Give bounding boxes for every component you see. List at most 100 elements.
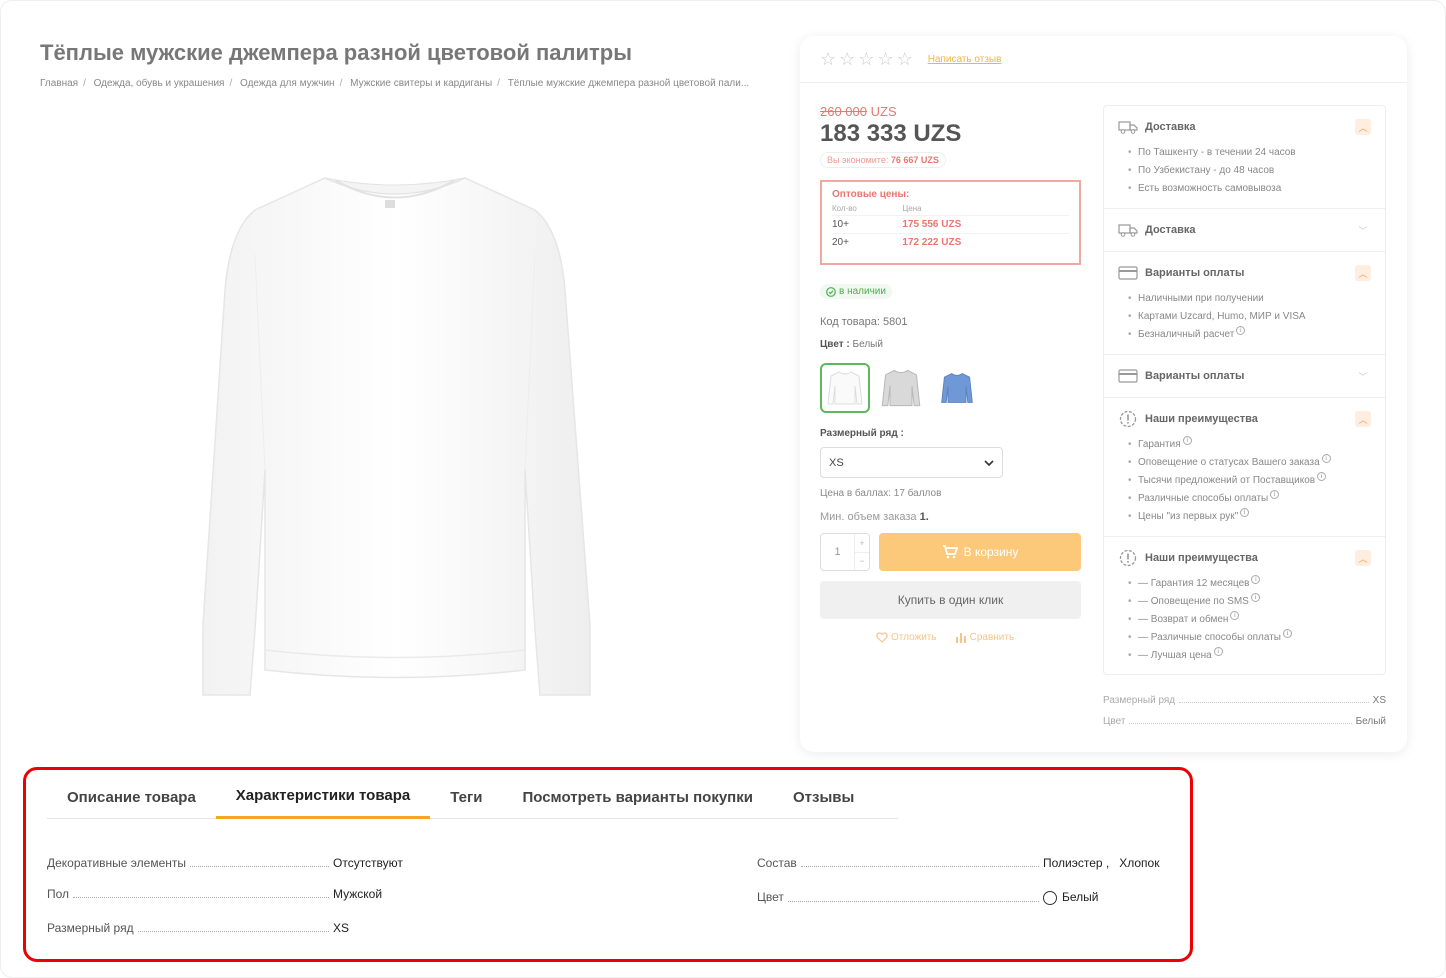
check-circle-icon bbox=[826, 286, 836, 297]
tab-reviews[interactable]: Отзывы bbox=[773, 775, 874, 819]
chevron-up-icon[interactable]: ︿ bbox=[1355, 119, 1371, 135]
breadcrumb-sweaters[interactable]: Мужские свитеры и кардиганы bbox=[350, 78, 492, 89]
breadcrumb: Главная / Одежда, обувь и украшения / Одеж… bbox=[40, 78, 749, 89]
accordion-header[interactable]: Наши преимущества ︿ bbox=[1118, 547, 1371, 569]
breadcrumb-men[interactable]: Одежда для мужчин bbox=[240, 78, 335, 89]
accordion-title: Варианты оплаты bbox=[1145, 370, 1245, 382]
info-icon[interactable]: i bbox=[1213, 647, 1223, 656]
char-value-color: Белый bbox=[1043, 890, 1169, 905]
product-image[interactable] bbox=[195, 170, 595, 700]
min-order-label: Мин. объем заказа bbox=[820, 511, 917, 523]
spec-key: Размерный ряд bbox=[1103, 695, 1176, 706]
accordion-header[interactable]: Наши преимущества ︿ bbox=[1118, 408, 1371, 430]
chevron-down-icon[interactable]: ﹀ bbox=[1355, 222, 1371, 238]
char-value: Мужской bbox=[333, 887, 383, 901]
list-item-text: Цены "из первых рук" bbox=[1138, 511, 1239, 522]
chevron-up-icon[interactable]: ︿ bbox=[1355, 411, 1371, 427]
badge-icon bbox=[1119, 410, 1137, 428]
char-row-decor: Декоративные элементы Отсутствуют bbox=[47, 856, 417, 870]
tab-characteristics[interactable]: Характеристики товара bbox=[215, 775, 431, 819]
info-icon[interactable]: i bbox=[1321, 454, 1331, 463]
accordion-header[interactable]: Доставка ﹀ bbox=[1118, 219, 1371, 241]
info-icon[interactable]: i bbox=[1282, 629, 1292, 638]
char-row-color: Цвет Белый bbox=[757, 890, 1169, 905]
list-item: — Возврат и обменi bbox=[1128, 611, 1371, 629]
list-item-text: — Возврат и обмен bbox=[1138, 614, 1229, 625]
compare-icon bbox=[955, 633, 966, 643]
list-item: Безналичный расчетi bbox=[1128, 326, 1371, 344]
accordion-title: Наши преимущества bbox=[1145, 413, 1258, 425]
char-value: Отсутствуют bbox=[333, 856, 403, 870]
write-review-link[interactable]: Написать отзыв bbox=[928, 54, 1002, 65]
truck-icon bbox=[1118, 121, 1138, 134]
swatch-blue[interactable] bbox=[932, 363, 982, 413]
old-price-currency: UZS bbox=[870, 104, 897, 119]
star-icon[interactable]: ☆ bbox=[858, 50, 874, 68]
heart-icon bbox=[876, 632, 888, 643]
breadcrumb-clothing[interactable]: Одежда, обувь и украшения bbox=[94, 78, 225, 89]
list-item-text: — Оповещение по SMS bbox=[1138, 596, 1249, 607]
accordion-title: Варианты оплаты bbox=[1145, 267, 1245, 279]
info-icon[interactable]: i bbox=[1182, 436, 1192, 445]
table-row: 10+ 175 556 UZS bbox=[832, 215, 1069, 234]
quantity-stepper: 1 + − bbox=[820, 533, 870, 571]
swatch-grey[interactable] bbox=[876, 363, 926, 413]
compare-link[interactable]: Сравнить bbox=[955, 632, 1014, 643]
product-actions: Отложить Сравнить bbox=[876, 632, 1014, 643]
char-value: Белый bbox=[1062, 890, 1099, 904]
star-icon[interactable]: ☆ bbox=[820, 50, 836, 68]
chevron-up-icon[interactable]: ︿ bbox=[1355, 265, 1371, 281]
info-icon[interactable]: i bbox=[1251, 575, 1261, 584]
col-qty: Кол-во bbox=[832, 204, 857, 213]
truck-icon bbox=[1118, 224, 1138, 237]
accordion-delivery-2: Доставка ﹀ bbox=[1104, 209, 1385, 252]
size-select-value: XS bbox=[829, 456, 844, 469]
tab-description[interactable]: Описание товара bbox=[47, 775, 216, 819]
product-tabs: Описание товара Характеристики товара Те… bbox=[47, 775, 898, 819]
qty-minus-button[interactable]: − bbox=[855, 551, 869, 571]
tab-purchase-options[interactable]: Посмотреть варианты покупки bbox=[502, 775, 773, 819]
info-icon[interactable]: i bbox=[1236, 326, 1246, 335]
list-item: Есть возможность самовывоза bbox=[1128, 180, 1371, 198]
old-price: 260 000 UZS bbox=[820, 104, 897, 119]
accordion-header[interactable]: Варианты оплаты ︿ bbox=[1118, 262, 1371, 284]
accordion-header[interactable]: Доставка ︿ bbox=[1118, 116, 1371, 138]
buy-panel: ☆ ☆ ☆ ☆ ☆ Написать отзыв 260 000 UZS 183… bbox=[800, 36, 1407, 752]
info-icon[interactable]: i bbox=[1230, 611, 1240, 620]
accordion-header[interactable]: Варианты оплаты ﹀ bbox=[1118, 365, 1371, 387]
spec-value: Белый bbox=[1355, 716, 1386, 727]
defer-label: Отложить bbox=[891, 632, 937, 643]
breadcrumb-separator: / bbox=[229, 78, 233, 89]
swatch-white[interactable] bbox=[820, 363, 870, 413]
size-select[interactable]: XS bbox=[820, 447, 1003, 478]
min-order: Мин. объем заказа 1. bbox=[820, 511, 929, 523]
color-label-key: Цвет : bbox=[820, 339, 850, 350]
breadcrumb-home[interactable]: Главная bbox=[40, 78, 78, 89]
add-to-cart-label: В корзину bbox=[963, 545, 1019, 559]
min-order-value: 1. bbox=[919, 511, 929, 523]
list-item-text: Оповещение о статусах Вашего заказа bbox=[1138, 457, 1320, 468]
star-icon[interactable]: ☆ bbox=[877, 50, 893, 68]
breadcrumb-current: Тёплые мужские джемпера разной цветовой … bbox=[507, 78, 750, 89]
add-to-cart-button[interactable]: В корзину bbox=[879, 533, 1081, 571]
info-icon[interactable]: i bbox=[1270, 490, 1280, 499]
savings-value: 76 667 UZS bbox=[890, 155, 939, 165]
buy-one-click-button[interactable]: Купить в один клик bbox=[820, 581, 1081, 619]
defer-link[interactable]: Отложить bbox=[876, 632, 937, 643]
quantity-input[interactable]: 1 bbox=[821, 534, 854, 570]
breadcrumb-separator: / bbox=[497, 78, 500, 89]
info-icon[interactable]: i bbox=[1317, 472, 1327, 481]
star-icon[interactable]: ☆ bbox=[839, 50, 855, 68]
points-price: Цена в баллах: 17 баллов bbox=[820, 488, 942, 499]
chevron-down-icon[interactable]: ﹀ bbox=[1355, 368, 1371, 384]
list-item: По Ташкенту - в течении 24 часов bbox=[1128, 144, 1371, 162]
table-row: 20+ 172 222 UZS bbox=[832, 233, 1069, 251]
info-icon[interactable]: i bbox=[1240, 508, 1250, 517]
list-item: Различные способы оплатыi bbox=[1128, 490, 1371, 508]
star-icon[interactable]: ☆ bbox=[897, 50, 913, 68]
info-icon[interactable]: i bbox=[1250, 593, 1260, 602]
chevron-up-icon[interactable]: ︿ bbox=[1355, 550, 1371, 566]
char-key: Размерный ряд bbox=[47, 921, 134, 935]
tab-tags[interactable]: Теги bbox=[430, 775, 502, 819]
qty-plus-button[interactable]: + bbox=[855, 534, 869, 552]
